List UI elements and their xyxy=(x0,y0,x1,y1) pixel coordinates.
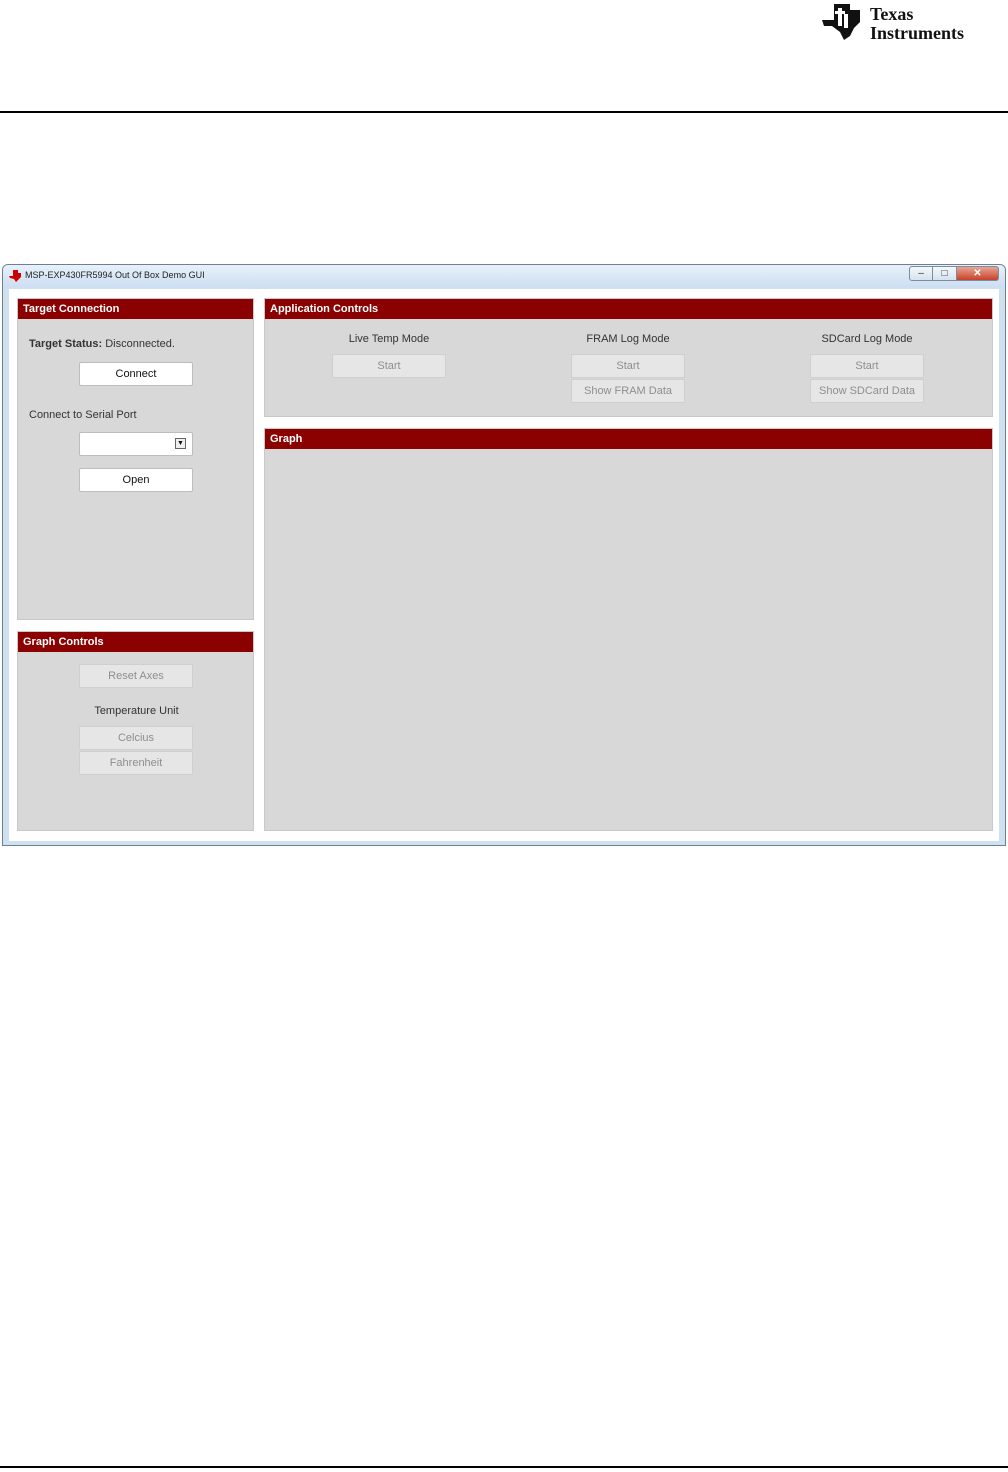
ti-logo: Texas Instruments xyxy=(820,0,1006,48)
app-window: MSP-EXP430FR5994 Out Of Box Demo GUI – □… xyxy=(2,264,1006,846)
window-bottom-border xyxy=(3,843,1005,845)
sdcard-log-mode-label: SDCard Log Mode xyxy=(821,333,913,345)
graph-controls-header: Graph Controls xyxy=(18,632,253,652)
close-icon: ✕ xyxy=(973,267,982,279)
show-sdcard-data-button[interactable]: Show SDCard Data xyxy=(810,379,924,403)
sdcard-log-start-button[interactable]: Start xyxy=(810,354,924,378)
fram-log-mode-label: FRAM Log Mode xyxy=(586,333,670,345)
target-status-value: Disconnected. xyxy=(105,338,175,350)
graph-area[interactable] xyxy=(265,449,992,830)
footer-rule xyxy=(0,1466,1008,1468)
target-connection-panel: Target Connection Target Status: Disconn… xyxy=(17,298,254,620)
fahrenheit-button[interactable]: Fahrenheit xyxy=(79,751,193,775)
maximize-button[interactable]: □ xyxy=(933,266,957,281)
minimize-button[interactable]: – xyxy=(909,266,933,281)
application-controls-header: Application Controls xyxy=(265,299,992,319)
window-controls: – □ ✕ xyxy=(909,266,999,282)
ti-logo-text-line1: Texas xyxy=(870,4,914,24)
reset-axes-button[interactable]: Reset Axes xyxy=(79,664,193,688)
app-icon xyxy=(9,270,21,282)
celcius-button[interactable]: Celcius xyxy=(79,726,193,750)
show-fram-data-button[interactable]: Show FRAM Data xyxy=(571,379,685,403)
graph-header: Graph xyxy=(265,429,992,449)
temperature-unit-label: Temperature Unit xyxy=(94,705,179,717)
window-client-area: Target Connection Target Status: Disconn… xyxy=(9,289,999,841)
live-temp-mode-label: Live Temp Mode xyxy=(348,333,430,345)
serial-port-select[interactable]: ▼ xyxy=(79,432,193,456)
live-temp-start-button[interactable]: Start xyxy=(332,354,446,378)
title-bar[interactable]: MSP-EXP430FR5994 Out Of Box Demo GUI – □… xyxy=(3,265,1005,287)
window-title: MSP-EXP430FR5994 Out Of Box Demo GUI xyxy=(25,270,205,280)
graph-panel: Graph xyxy=(264,428,993,831)
chevron-down-icon[interactable]: ▼ xyxy=(175,438,186,449)
connect-button[interactable]: Connect xyxy=(79,362,193,386)
application-controls-panel: Application Controls Live Temp Mode Star… xyxy=(264,298,993,417)
fram-log-start-button[interactable]: Start xyxy=(571,354,685,378)
target-status-label: Target Status: xyxy=(29,338,103,350)
serial-port-label: Connect to Serial Port xyxy=(29,409,137,421)
ti-logo-text-line2: Instruments xyxy=(870,23,965,43)
ti-logo-icon xyxy=(822,4,860,40)
header-rule xyxy=(0,111,1008,113)
open-button[interactable]: Open xyxy=(79,468,193,492)
target-connection-header: Target Connection xyxy=(18,299,253,319)
maximize-icon: □ xyxy=(941,267,948,279)
target-status: Target Status: Disconnected. xyxy=(29,338,175,350)
minimize-icon: – xyxy=(918,267,924,279)
close-button[interactable]: ✕ xyxy=(957,266,999,281)
graph-controls-panel: Graph Controls Reset Axes Temperature Un… xyxy=(17,631,254,831)
